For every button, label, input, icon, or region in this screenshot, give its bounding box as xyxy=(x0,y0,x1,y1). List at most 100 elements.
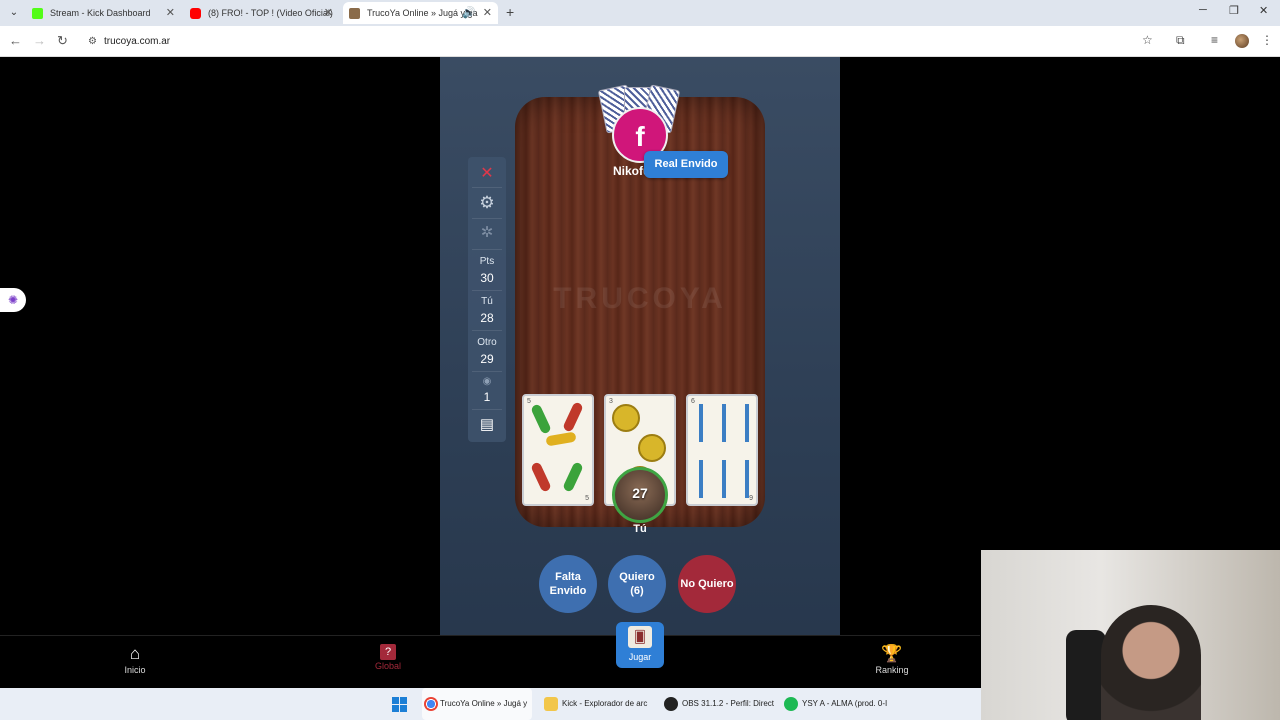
falta-envido-button[interactable]: Falta Envido xyxy=(539,555,597,613)
bottom-navigation: ⌂ Inicio ? Global 🏆 Ranking xyxy=(0,635,980,688)
taskbar-label: OBS 31.1.2 - Perfil: Direct xyxy=(682,699,775,708)
url-text: trucoya.com.ar xyxy=(104,36,171,47)
divider xyxy=(472,409,502,410)
tab-title: TrucoYa Online » Jugá y ga xyxy=(367,8,478,18)
nav-label: Inicio xyxy=(124,665,146,675)
webcam-overlay xyxy=(981,550,1280,720)
hand-card-basto[interactable]: 5 5 xyxy=(522,394,594,506)
trophy-icon: 🏆 xyxy=(881,644,903,663)
close-tab-icon[interactable]: ✕ xyxy=(324,2,333,24)
card-number: 9 xyxy=(749,495,753,502)
nav-ranking[interactable]: 🏆 Ranking xyxy=(852,644,932,675)
button-label: Falta Envido xyxy=(549,571,587,597)
button-label: Quiero (6) xyxy=(619,571,655,597)
no-quiero-button[interactable]: No Quiero xyxy=(678,555,736,613)
card-number: 3 xyxy=(609,398,613,405)
viewers-count: 1 xyxy=(483,390,491,404)
tab-kick-dashboard[interactable]: Stream - Kick Dashboard ✕ xyxy=(26,2,181,24)
bookmark-star-icon[interactable]: ☆ xyxy=(1142,33,1153,47)
jugar-button[interactable]: 🂠 Jugar xyxy=(616,622,664,668)
url-field[interactable]: ⚙ trucoya.com.ar xyxy=(80,31,1130,52)
basto-pip xyxy=(562,401,584,433)
opponent-call-bubble: Real Envido xyxy=(644,151,728,178)
address-bar: ← → ↻ ⚙ trucoya.com.ar ☆ ⧉ ≡ ⋮ xyxy=(0,26,1280,57)
espada-pip xyxy=(699,460,703,498)
close-window-icon[interactable]: ✕ xyxy=(1259,4,1268,17)
nav-global[interactable]: ? Global xyxy=(348,644,428,671)
close-tab-icon[interactable]: ✕ xyxy=(483,2,492,24)
media-control-icon[interactable]: ≡ xyxy=(1211,33,1218,47)
nav-inicio[interactable]: ⌂ Inicio xyxy=(95,644,175,675)
home-icon: ⌂ xyxy=(129,644,141,663)
site-info-icon[interactable]: ⚙ xyxy=(88,31,97,52)
minimize-icon[interactable]: ─ xyxy=(1199,4,1207,16)
nav-label: Global xyxy=(374,661,401,671)
taskbar-label: YSY A - ALMA (prod. 0-I xyxy=(802,699,888,708)
my-envido-score: 27 xyxy=(632,485,648,501)
espada-pip xyxy=(745,460,749,498)
espada-pip xyxy=(722,460,726,498)
taskbar-label: TrucoYa Online » Jugá y xyxy=(440,699,528,708)
menu-kebab-icon[interactable]: ⋮ xyxy=(1261,33,1273,47)
divider xyxy=(472,330,502,331)
spotify-icon xyxy=(784,697,798,711)
taskbar-spotify[interactable]: YSY A - ALMA (prod. 0-I xyxy=(784,688,896,720)
my-score-value: 28 xyxy=(480,311,494,325)
help-icon: ? xyxy=(380,644,396,660)
taskbar-explorer[interactable]: Kick - Explorador de arc xyxy=(544,688,654,720)
basto-pip xyxy=(530,461,552,493)
tab-search-icon[interactable]: ⌄ xyxy=(6,5,22,21)
reload-icon[interactable]: ↻ xyxy=(57,33,68,49)
chat-icon[interactable]: ▤ xyxy=(468,415,506,433)
nav-label: Jugar xyxy=(628,652,652,662)
new-tab-button[interactable]: + xyxy=(506,4,514,20)
espada-pip xyxy=(699,404,703,442)
settings-gear-icon[interactable]: ⚙ xyxy=(468,193,506,213)
kick-icon xyxy=(32,8,43,19)
nav-label: Ranking xyxy=(875,665,909,675)
points-value: 30 xyxy=(480,271,494,285)
divider xyxy=(472,218,502,219)
forward-icon[interactable]: → xyxy=(33,33,46,48)
flower-icon[interactable]: ✲ xyxy=(468,223,506,241)
windows-taskbar: TrucoYa Online » Jugá y Kick - Explorado… xyxy=(0,688,981,720)
points-label: Pts xyxy=(479,256,495,267)
divider xyxy=(472,371,502,372)
divider xyxy=(472,187,502,188)
card-number: 5 xyxy=(585,495,589,502)
close-game-icon[interactable]: ✕ xyxy=(468,163,506,183)
basto-pip xyxy=(562,461,584,493)
cards-icon: 🂠 xyxy=(628,626,652,648)
folder-icon xyxy=(544,697,558,711)
maximize-icon[interactable]: ❐ xyxy=(1229,4,1239,17)
taskbar-obs[interactable]: OBS 31.1.2 - Perfil: Direct xyxy=(664,688,776,720)
chrome-icon xyxy=(424,697,438,711)
profile-avatar[interactable] xyxy=(1235,34,1249,48)
windows-start-icon[interactable] xyxy=(392,697,407,712)
audio-icon[interactable]: 🔊 xyxy=(462,2,476,24)
trucoya-watermark: TRUCOYA xyxy=(553,282,727,315)
divider xyxy=(472,290,502,291)
obs-icon xyxy=(664,697,678,711)
back-icon[interactable]: ← xyxy=(9,33,22,48)
button-label: No Quiero xyxy=(680,578,734,590)
other-score-value: 29 xyxy=(480,352,494,366)
quiero-button[interactable]: Quiero (6) xyxy=(608,555,666,613)
extension-side-icon[interactable]: ✺ xyxy=(0,288,26,312)
game-side-panel: ✕ ⚙ ✲ Pts 30 Tú 28 Otro 29 ◉ 1 ▤ xyxy=(468,157,506,442)
oro-pip xyxy=(638,434,666,462)
taskbar-label: Kick - Explorador de arc xyxy=(562,699,648,708)
trucoya-icon xyxy=(349,8,360,19)
tab-youtube-video[interactable]: (8) FRO! - TOP ! (Video Oficial) ✕ xyxy=(184,2,339,24)
close-tab-icon[interactable]: ✕ xyxy=(166,2,175,24)
hand-card-espada[interactable]: 6 9 xyxy=(686,394,758,506)
taskbar-chrome[interactable]: TrucoYa Online » Jugá y xyxy=(422,688,532,720)
tab-trucoya[interactable]: TrucoYa Online » Jugá y ga 🔊 ✕ xyxy=(343,2,498,24)
espada-pip xyxy=(722,404,726,442)
tab-title: (8) FRO! - TOP ! (Video Oficial) xyxy=(208,8,333,18)
espada-pip xyxy=(745,404,749,442)
card-number: 5 xyxy=(527,398,531,405)
tab-title: Stream - Kick Dashboard xyxy=(50,8,151,18)
extensions-icon[interactable]: ⧉ xyxy=(1176,33,1185,48)
tab-bar: ⌄ Stream - Kick Dashboard ✕ (8) FRO! - T… xyxy=(0,0,1280,26)
